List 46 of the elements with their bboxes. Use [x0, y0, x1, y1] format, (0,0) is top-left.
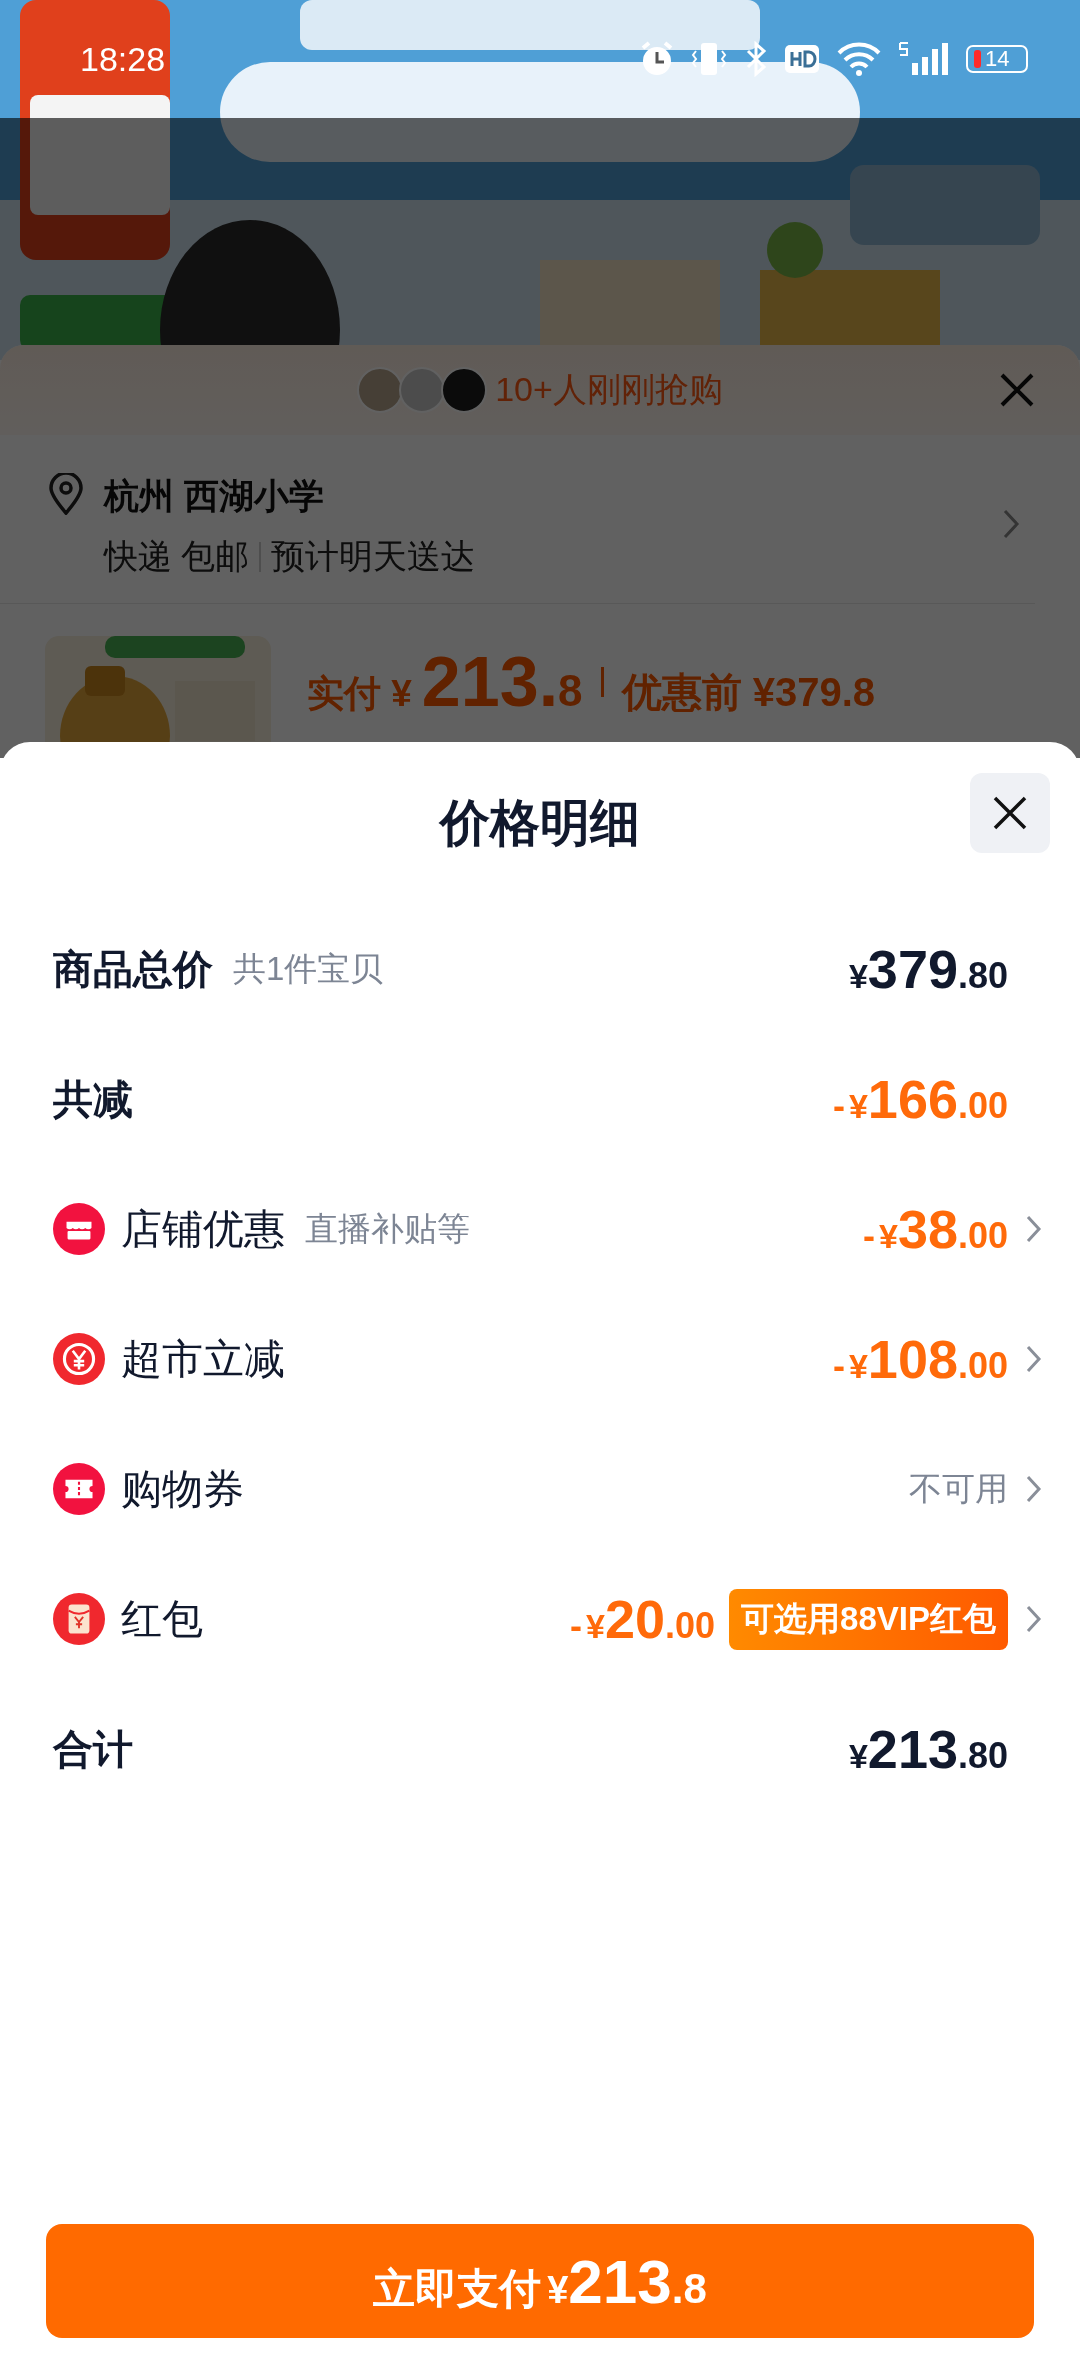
row-label: 超市立减 — [121, 1334, 285, 1384]
hd-icon — [784, 44, 820, 74]
chevron-right-icon[interactable] — [1026, 1475, 1042, 1503]
close-button[interactable] — [970, 773, 1050, 853]
chevron-right-icon[interactable] — [1002, 508, 1020, 540]
amount: -¥20.00 — [570, 1588, 716, 1650]
row-label: 店铺优惠 — [121, 1204, 285, 1254]
amount: -¥108.00 — [832, 1328, 1008, 1390]
alarm-icon — [640, 41, 674, 77]
sheet-title: 价格明细 — [440, 793, 640, 853]
row-label: 商品总价 — [53, 945, 213, 993]
row-label: 合计 — [53, 1725, 133, 1773]
amount: ¥379.80 — [848, 938, 1008, 1000]
row-label: 购物券 — [121, 1464, 244, 1514]
bluetooth-icon — [744, 41, 768, 77]
amount: ¥213.80 — [848, 1718, 1008, 1780]
close-icon — [992, 795, 1028, 831]
store-icon — [53, 1203, 105, 1255]
envelope-icon — [53, 1593, 105, 1645]
wifi-icon — [836, 41, 882, 77]
signal-icon — [898, 41, 950, 77]
chevron-right-icon[interactable] — [1026, 1345, 1042, 1373]
location-pin-icon — [48, 473, 84, 515]
close-icon[interactable] — [999, 372, 1035, 408]
status-text: 不可用 — [909, 1468, 1008, 1509]
shipping-method: 快递 包邮 — [104, 536, 250, 577]
ticket-icon — [53, 1463, 105, 1515]
amount: -¥38.00 — [862, 1198, 1008, 1260]
address-title: 杭州 西湖小学 — [104, 475, 325, 517]
battery-icon: 14 — [966, 45, 1028, 73]
pay-now-button[interactable]: 立即支付¥213.8 — [46, 2224, 1034, 2338]
delivery-estimate: 预计明天送达 — [271, 536, 476, 577]
recent-buyers-text: 10+人刚刚抢购 — [495, 369, 723, 410]
chevron-right-icon[interactable] — [1026, 1215, 1042, 1243]
row-label: 共减 — [53, 1075, 133, 1123]
clock: 18:28 — [80, 39, 166, 79]
amount: -¥166.00 — [832, 1068, 1008, 1130]
vip-offer-tag[interactable]: 可选用88VIP红包 — [729, 1588, 1008, 1650]
vibrate-icon — [690, 41, 728, 77]
row-note: 直播补贴等 — [305, 1208, 470, 1249]
price-summary: 实付 ¥213.8 优惠前 ¥379.8 — [307, 642, 876, 722]
chevron-right-icon[interactable] — [1026, 1605, 1042, 1633]
yen-refresh-icon — [53, 1333, 105, 1385]
avatar — [441, 367, 488, 413]
row-label: 红包 — [121, 1594, 203, 1644]
row-note: 共1件宝贝 — [233, 948, 384, 989]
